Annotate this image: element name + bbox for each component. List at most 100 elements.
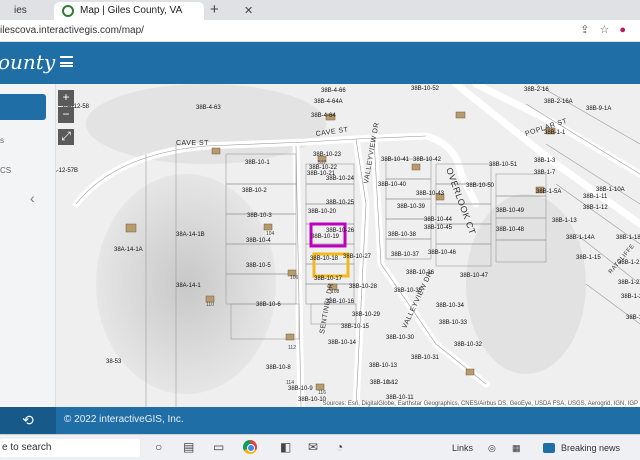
os-taskbar: e to search ○ ▤ ▭ ◧ ✉ ◔ Links ◎ ▦ Breaki… [0, 434, 640, 460]
collapse-chevron-icon[interactable]: ‹ [30, 190, 35, 206]
map-canvas[interactable]: CAVE ST CAVE ST VALLEYVIEW DR VALLEYVIEW… [56, 84, 640, 407]
parcel-id-label: 38B-1-11 [583, 194, 608, 200]
parcel-id-label: 38B-10-8 [266, 365, 291, 371]
task-view-icon[interactable]: ○ [155, 440, 162, 454]
parcel-id-label: 38B-10-37 [391, 252, 420, 258]
house-number-label: 112 [288, 345, 296, 351]
chrome-icon[interactable] [243, 440, 257, 454]
parcel-id-label: 38B-10-49 [496, 208, 525, 214]
parcel-id-label: 38A-14-1B [176, 232, 205, 238]
parcel-id-label: 38B-1-10A [596, 187, 625, 193]
parcel-id-label: 38B-10-25 [326, 200, 355, 206]
fullscreen-icon[interactable]: ⤢ [58, 129, 74, 145]
address-bar[interactable]: ilescova.interactivegis.com/map/ ⇪☆● [0, 20, 640, 42]
parcel-id-label: 38B-10-19 [311, 234, 340, 240]
share-icon[interactable]: ⇪ [580, 24, 599, 36]
house-number-label: 108 [331, 289, 340, 295]
parcel-id-label: 38B-10-27 [343, 254, 372, 260]
parcel-id-label: 38B-10-18 [310, 256, 339, 262]
parcel-id-label: 38B-10-51 [489, 162, 518, 168]
parcel-id-label: 38B-2-16 [524, 87, 549, 93]
profile-icon[interactable]: ● [619, 24, 636, 36]
breaking-news-widget[interactable]: Breaking news [561, 443, 620, 453]
parcel-id-label: 38B-10-28 [349, 284, 378, 290]
map-view[interactable]: CAVE ST CAVE ST VALLEYVIEW DR VALLEYVIEW… [56, 84, 640, 407]
sidebar-item-label[interactable]: s [0, 136, 4, 145]
copyright-text: © 2022 interactiveGIS, Inc. [64, 414, 184, 425]
parcel-id-label: 38B-1-14A [566, 235, 595, 241]
parcel-id-label: 38B-1-21 [618, 260, 640, 266]
bookmark-star-icon[interactable]: ☆ [599, 24, 619, 36]
mail-icon[interactable]: ✉ [308, 440, 318, 454]
reset-view-icon[interactable]: ⟲ [0, 407, 56, 434]
app-header: ounty [0, 42, 640, 84]
parcel-id-label: 38A-12-57B [56, 168, 78, 174]
parcel-id-label: 38B-10-16 [326, 299, 355, 305]
parcel-id-label: 38-53 [106, 359, 122, 365]
parcel-id-label: 38B-10-41 [381, 157, 410, 163]
menu-hamburger-icon[interactable] [60, 56, 73, 67]
close-tab-icon[interactable]: ✕ [244, 4, 253, 17]
parcel-id-label: 38B-10-12 [370, 380, 399, 386]
parcel-id-label: 38B-9-1A [586, 106, 611, 112]
links-toolbar[interactable]: Links [452, 443, 473, 453]
parcel-id-label: 38B-10-40 [378, 182, 407, 188]
parcel-id-label: 38B-10-6 [256, 302, 281, 308]
parcel-id-label: 38B-1-1 [544, 130, 566, 136]
file-explorer-icon[interactable]: ▭ [213, 440, 224, 454]
parcel-id-label: 38B-1-31 [626, 315, 640, 321]
parcel-id-label: 38B-10-26 [326, 228, 355, 234]
parcel-id-label: 38B-10-33 [439, 320, 468, 326]
parcel-id-label: 38B-10-38 [388, 232, 417, 238]
active-tab[interactable]: Map | Giles County, VA ✕ [54, 2, 253, 20]
parcel-id-label: 38B-10-52 [411, 86, 440, 92]
parcel-id-label: 38B-10-35 [394, 288, 423, 294]
app-footer: ⟲ © 2022 interactiveGIS, Inc. [0, 407, 640, 434]
active-tab-title: Map | Giles County, VA [80, 5, 183, 16]
parcel-id-label: 38B-10-24 [326, 176, 355, 182]
parcel-id-label: 38B-10-34 [436, 303, 465, 309]
county-logo: ounty [0, 50, 56, 74]
parcel-id-label: 38B-10-5 [246, 263, 271, 269]
parcel-id-label: 38B-1-15 [576, 255, 601, 261]
parcel-id-label: 38B-10-14 [328, 340, 357, 346]
widgets-icon[interactable]: ▤ [183, 440, 194, 454]
house-number-label: 110 [206, 302, 214, 308]
parcel-id-label: 38B-10-2 [242, 188, 267, 194]
taskbar-search-box[interactable]: e to search [0, 439, 140, 457]
browser-tab-bar: ies Map | Giles County, VA ✕ + [0, 0, 640, 20]
parcel-id-label: 38B-1-29 [621, 294, 640, 300]
store-icon[interactable]: ◧ [280, 440, 291, 454]
zoom-out-button[interactable]: − [58, 107, 74, 123]
parcel-id-label: 38B-10-13 [369, 363, 398, 369]
chat-icon[interactable]: ◎ [488, 443, 496, 454]
sidebar-item-label[interactable]: CS [0, 166, 11, 175]
house-number-label: 114 [286, 380, 294, 386]
parcel-id-label: 38B-10-9 [288, 386, 313, 392]
parcel-id-label: 38B-4-66 [321, 88, 346, 94]
terrain-shade [86, 84, 326, 164]
parcel-id-label: 38B-10-20 [308, 209, 337, 215]
calendar-icon[interactable]: ▦ [512, 443, 521, 454]
parcel-id-label: 38B-4-63 [196, 105, 221, 111]
parcel-id-label: 38B-1-27 [618, 280, 640, 286]
parcel-id-label: 38B-10-15 [341, 324, 370, 330]
parcel-id-label: 38B-10-29 [352, 312, 381, 318]
sidebar-active-item[interactable] [0, 94, 46, 120]
parcel-id-label: 38A-14-1A [114, 247, 143, 253]
parcel-id-label: 38B-10-3 [247, 213, 272, 219]
parcel-id-label: 38B-1-3 [534, 158, 556, 164]
zoom-in-button[interactable]: + [58, 90, 74, 106]
previous-tab[interactable]: ies [0, 2, 46, 20]
house-number-label: 116 [318, 390, 326, 396]
parcel-id-label: 38B-10-42 [413, 157, 442, 163]
parcel-id-label: 38B-10-45 [424, 225, 453, 231]
parcel-id-label: 38B-10-31 [411, 355, 440, 361]
sidebar: s CS ‹ [0, 84, 56, 407]
parcel-id-label: 38B-10-4 [246, 238, 271, 244]
parcel-id-label: 38B-10-1 [245, 160, 270, 166]
url-text[interactable]: ilescova.interactivegis.com/map/ [0, 25, 144, 36]
new-tab-button[interactable]: + [210, 1, 219, 18]
parcel-id-label: 38B-10-44 [424, 217, 453, 223]
edge-icon[interactable]: ◔ [336, 440, 343, 454]
